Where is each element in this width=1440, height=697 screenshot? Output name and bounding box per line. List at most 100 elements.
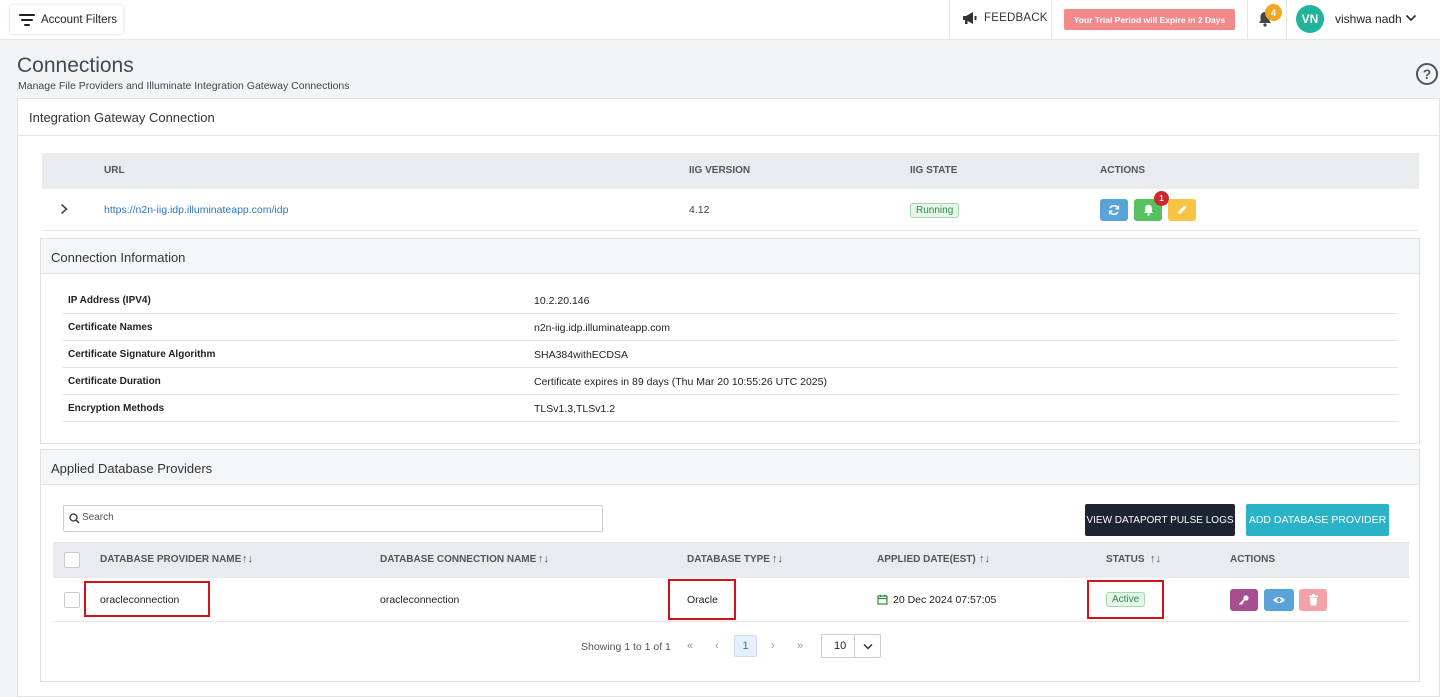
- connection-name-cell: oracleconnection: [380, 594, 460, 606]
- chevron-down-icon[interactable]: [1405, 13, 1417, 23]
- info-row: Certificate Duration Certificate expires…: [63, 368, 1398, 395]
- column-header-url: URL: [104, 165, 125, 176]
- megaphone-icon: [963, 12, 977, 24]
- refresh-icon: [1108, 204, 1120, 216]
- panel-header: Applied Database Providers: [41, 450, 1419, 485]
- chevron-right-icon[interactable]: [59, 203, 69, 215]
- highlight-box-status: [1087, 580, 1164, 619]
- delete-button[interactable]: [1299, 589, 1327, 611]
- search-icon: [69, 513, 80, 524]
- top-bar: Account Filters FEEDBACK Your Trial Peri…: [0, 0, 1440, 40]
- divider: [949, 0, 950, 40]
- divider: [1286, 0, 1287, 40]
- user-name[interactable]: vishwa nadh: [1335, 12, 1402, 26]
- help-icon[interactable]: ?: [1416, 63, 1438, 85]
- column-header-iig-version: IIG VERSION: [689, 165, 751, 176]
- select-all-checkbox[interactable]: [64, 552, 80, 568]
- sort-icon[interactable]: ↑↓: [1150, 553, 1161, 565]
- column-header-database-type: DATABASE TYPE: [687, 554, 770, 565]
- refresh-button[interactable]: [1100, 199, 1128, 221]
- info-value: n2n-iig.idp.illuminateapp.com: [534, 322, 670, 334]
- info-value: TLSv1.3,TLSv1.2: [534, 403, 616, 415]
- avatar[interactable]: VN: [1296, 5, 1324, 33]
- info-row: Certificate Names n2n-iig.idp.illuminate…: [63, 314, 1398, 341]
- current-page-button[interactable]: 1: [734, 635, 757, 657]
- alert-count-badge: 1: [1154, 191, 1169, 206]
- info-label: Certificate Names: [68, 322, 153, 333]
- trial-expiry-banner[interactable]: Your Trial Period will Expire in 2 Days: [1064, 9, 1235, 30]
- eye-icon: [1273, 597, 1285, 603]
- gateway-table-header: URL IIG VERSION IIG STATE ACTIONS: [42, 153, 1419, 189]
- notification-count-badge: 4: [1265, 4, 1282, 21]
- next-page-button[interactable]: ›: [771, 640, 775, 652]
- info-label: IP Address (IPV4): [68, 295, 151, 306]
- info-value: Certificate expires in 89 days (Thu Mar …: [534, 376, 827, 388]
- filter-icon: [19, 13, 35, 26]
- feedback-label: FEEDBACK: [984, 12, 1048, 24]
- column-header-applied-date: APPLIED DATE(EST): [877, 554, 976, 565]
- section-title: Integration Gateway Connection: [29, 110, 215, 125]
- view-dataport-pulse-logs-button[interactable]: VIEW DATAPORT PULSE LOGS: [1085, 504, 1235, 536]
- sort-icon[interactable]: ↑↓: [242, 553, 253, 565]
- key-icon: [1238, 595, 1249, 606]
- info-value: 10.2.20.146: [534, 295, 590, 307]
- trash-icon: [1308, 594, 1318, 606]
- column-header-iig-state: IIG STATE: [910, 165, 958, 176]
- page-subtitle: Manage File Providers and Illuminate Int…: [18, 80, 350, 92]
- key-button[interactable]: [1230, 589, 1258, 611]
- gateway-version: 4.12: [689, 204, 710, 216]
- page-size-value: 10: [834, 640, 847, 652]
- previous-page-button[interactable]: ‹: [715, 640, 719, 652]
- edit-button[interactable]: [1168, 199, 1196, 221]
- column-header-connection-name: DATABASE CONNECTION NAME: [380, 554, 537, 565]
- feedback-button[interactable]: FEEDBACK: [962, 11, 1048, 25]
- highlight-box-provider-name: [84, 581, 210, 617]
- last-page-button[interactable]: »: [797, 640, 803, 652]
- page-title: Connections: [17, 54, 134, 77]
- applied-date-cell: 20 Dec 2024 07:57:05: [893, 594, 997, 606]
- search-field[interactable]: [63, 505, 603, 532]
- column-header-actions: ACTIONS: [1100, 165, 1145, 176]
- providers-table-header: DATABASE PROVIDER NAME ↑↓ DATABASE CONNE…: [53, 542, 1409, 578]
- info-label: Certificate Signature Algorithm: [68, 349, 216, 360]
- info-row: Certificate Signature Algorithm SHA384wi…: [63, 341, 1398, 368]
- divider: [1247, 0, 1248, 40]
- first-page-button[interactable]: «: [687, 640, 693, 652]
- panel-header: Integration Gateway Connection: [18, 99, 1439, 136]
- highlight-box-database-type: [668, 579, 736, 620]
- applied-database-providers-panel: Applied Database Providers VIEW DATAPORT…: [40, 449, 1420, 682]
- status-badge: Running: [910, 203, 960, 218]
- section-title: Connection Information: [51, 250, 186, 265]
- row-checkbox[interactable]: [64, 592, 80, 608]
- column-header-provider-name: DATABASE PROVIDER NAME: [100, 554, 242, 565]
- add-database-provider-button[interactable]: ADD DATABASE PROVIDER: [1246, 504, 1389, 536]
- info-value: SHA384withECDSA: [534, 349, 628, 361]
- gateway-table-row: https://n2n-iig.idp.illuminateapp.com/id…: [42, 189, 1419, 231]
- integration-gateway-panel: Integration Gateway Connection URL IIG V…: [17, 98, 1440, 697]
- chevron-down-icon: [863, 643, 873, 650]
- search-input[interactable]: [82, 512, 592, 523]
- info-row: Encryption Methods TLSv1.3,TLSv1.2: [63, 395, 1398, 422]
- sort-icon[interactable]: ↑↓: [772, 553, 783, 565]
- divider: [854, 635, 855, 657]
- column-header-status: STATUS: [1106, 554, 1145, 565]
- section-title: Applied Database Providers: [51, 461, 213, 476]
- account-filters-label: Account Filters: [41, 13, 118, 26]
- account-filters-button[interactable]: Account Filters: [10, 5, 123, 34]
- info-row: IP Address (IPV4) 10.2.20.146: [63, 287, 1398, 314]
- sort-icon[interactable]: ↑↓: [979, 553, 990, 565]
- calendar-icon: [877, 594, 888, 605]
- connection-information-panel: Connection Information IP Address (IPV4)…: [40, 238, 1420, 444]
- pagination-summary: Showing 1 to 1 of 1: [581, 641, 671, 653]
- panel-header: Connection Information: [41, 239, 1419, 274]
- pencil-icon: [1178, 205, 1187, 214]
- divider: [1051, 0, 1052, 40]
- column-header-actions: ACTIONS: [1230, 554, 1275, 565]
- gateway-url-link[interactable]: https://n2n-iig.idp.illuminateapp.com/id…: [104, 204, 288, 216]
- page-size-select[interactable]: 10: [821, 634, 881, 658]
- info-label: Certificate Duration: [68, 376, 161, 387]
- bell-icon: [1143, 204, 1153, 216]
- sort-icon[interactable]: ↑↓: [538, 553, 549, 565]
- info-label: Encryption Methods: [68, 403, 165, 414]
- view-button[interactable]: [1264, 589, 1294, 611]
